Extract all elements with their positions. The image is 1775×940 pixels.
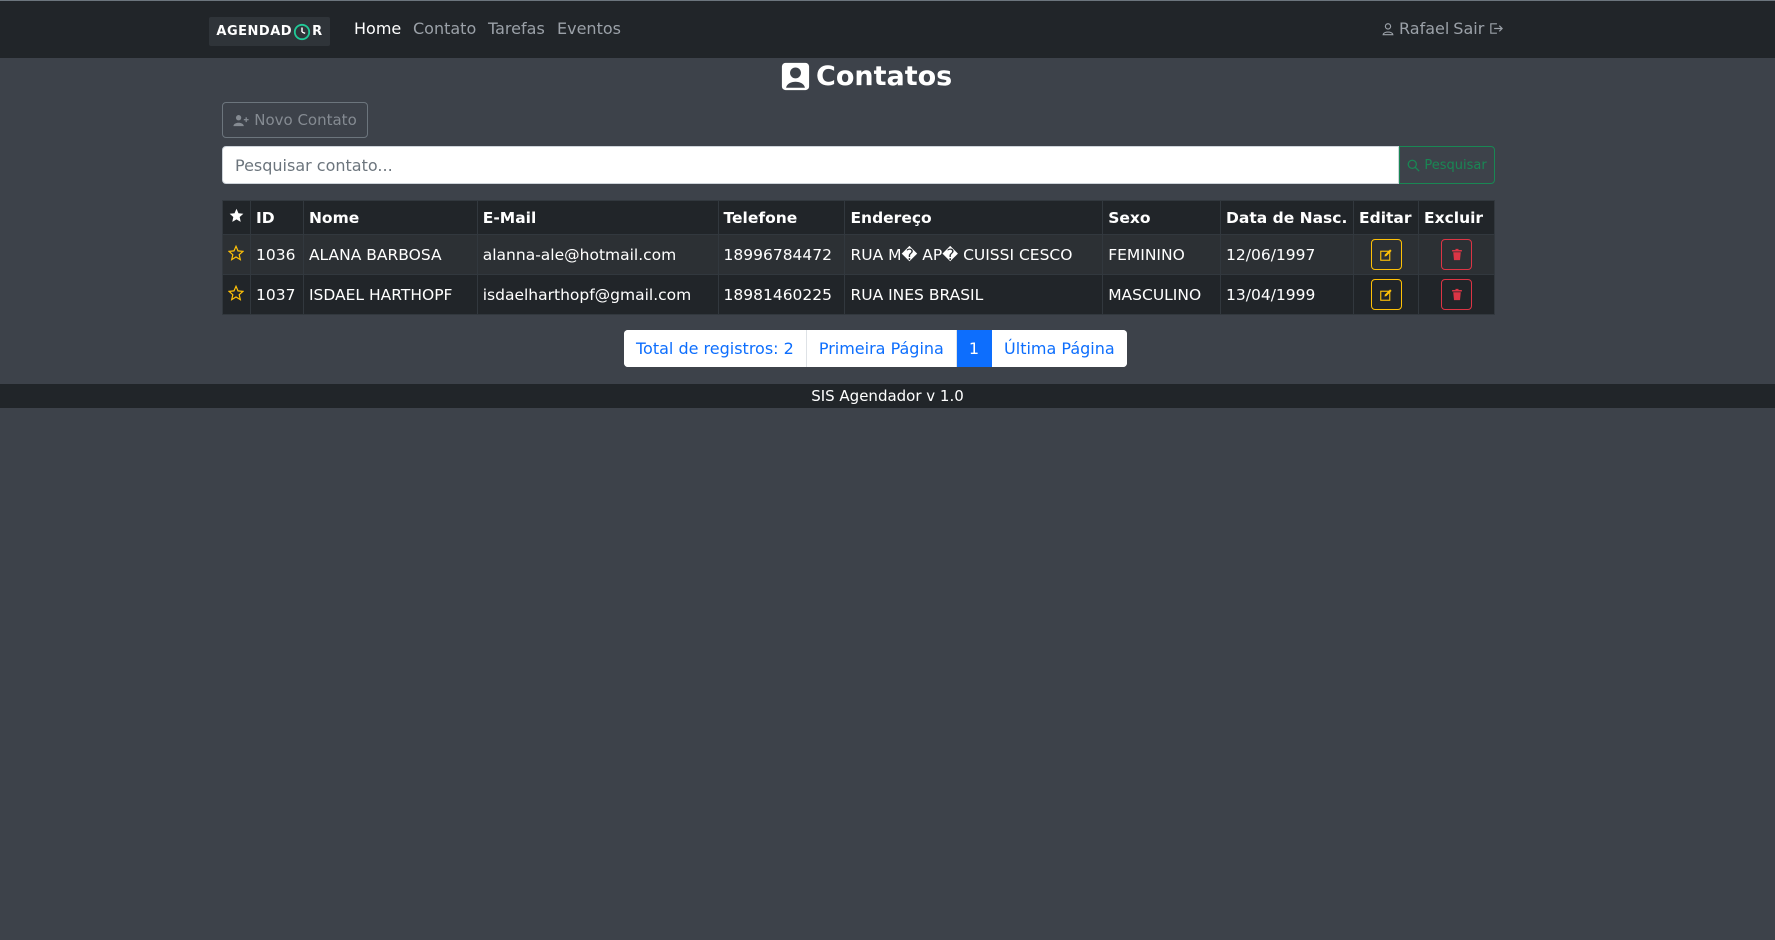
search-input[interactable] bbox=[222, 146, 1399, 184]
footer-text: SIS Agendador v 1.0 bbox=[811, 387, 964, 405]
favorite-toggle[interactable] bbox=[222, 234, 251, 275]
nav-link-contato[interactable]: Contato bbox=[413, 19, 476, 38]
contacts-table: ID Nome E-Mail Telefone Endereço Sexo Da… bbox=[222, 200, 1495, 315]
cell-endereco: RUA INES BRASIL bbox=[844, 274, 1104, 315]
cell-telefone: 18996784472 bbox=[717, 234, 846, 275]
cell-email: isdaelharthopf@gmail.com bbox=[476, 274, 719, 315]
edit-button[interactable] bbox=[1370, 279, 1402, 310]
star-outline-icon[interactable] bbox=[228, 244, 245, 261]
brand-logo[interactable]: AGENDAD R bbox=[209, 17, 330, 46]
cell-sexo: FEMININO bbox=[1102, 234, 1222, 275]
footer: SIS Agendador v 1.0 bbox=[0, 384, 1775, 408]
cell-id: 1036 bbox=[249, 234, 304, 275]
column-header-telefone[interactable]: Telefone bbox=[717, 200, 846, 235]
column-header-excluir: Excluir bbox=[1418, 200, 1495, 235]
new-contact-button[interactable]: Novo Contato bbox=[222, 102, 368, 138]
user-icon bbox=[1382, 22, 1394, 35]
edit-icon bbox=[1380, 288, 1392, 301]
favorite-column-header bbox=[222, 200, 251, 235]
favorite-toggle[interactable] bbox=[222, 274, 251, 315]
search-icon bbox=[1407, 159, 1420, 172]
cell-editar bbox=[1353, 274, 1419, 315]
cell-sexo: MASCULINO bbox=[1102, 274, 1222, 315]
cell-editar bbox=[1353, 234, 1419, 275]
search-button[interactable]: Pesquisar bbox=[1399, 146, 1495, 184]
table-row: 1036 ALANA BARBOSA alanna-ale@hotmail.co… bbox=[222, 234, 1495, 275]
nav-link-tarefas[interactable]: Tarefas bbox=[488, 19, 545, 38]
trash-icon bbox=[1451, 248, 1462, 261]
star-filled-icon bbox=[229, 208, 244, 222]
cell-endereco: RUA M� AP� CUISSI CESCO bbox=[844, 234, 1104, 275]
cell-excluir bbox=[1418, 234, 1495, 275]
column-header-nome[interactable]: Nome bbox=[302, 200, 478, 235]
logout-icon[interactable] bbox=[1488, 21, 1504, 36]
brand-text-left: AGENDAD bbox=[216, 24, 293, 39]
cell-nascimento: 13/04/1999 bbox=[1220, 274, 1355, 315]
search-button-label: Pesquisar bbox=[1424, 157, 1487, 173]
total-records-label: Total de registros: 2 bbox=[624, 330, 807, 367]
delete-button[interactable] bbox=[1441, 279, 1472, 310]
table-row: 1037 ISDAEL HARTHOPF isdaelharthopf@gmai… bbox=[222, 274, 1495, 315]
pagination: Total de registros: 2 Primeira Página 1 … bbox=[624, 330, 1127, 367]
trash-icon bbox=[1451, 288, 1462, 301]
logout-link[interactable]: Sair bbox=[1453, 19, 1484, 38]
cell-nome: ISDAEL HARTHOPF bbox=[302, 274, 478, 315]
page-title: Contatos bbox=[781, 58, 952, 94]
add-user-icon bbox=[233, 114, 249, 126]
new-contact-label: Novo Contato bbox=[254, 111, 357, 129]
clock-icon bbox=[293, 23, 311, 40]
cell-id: 1037 bbox=[249, 274, 304, 315]
column-header-editar: Editar bbox=[1353, 200, 1419, 235]
last-page-link[interactable]: Última Página bbox=[992, 330, 1127, 367]
page-link-current[interactable]: 1 bbox=[956, 330, 993, 367]
cell-nascimento: 12/06/1997 bbox=[1220, 234, 1355, 275]
star-outline-icon[interactable] bbox=[228, 284, 245, 301]
nav-link-eventos[interactable]: Eventos bbox=[557, 19, 621, 38]
nav-link-home[interactable]: Home bbox=[354, 19, 401, 38]
cell-telefone: 18981460225 bbox=[717, 274, 846, 315]
edit-button[interactable] bbox=[1370, 239, 1402, 270]
delete-button[interactable] bbox=[1441, 239, 1472, 270]
column-header-nascimento[interactable]: Data de Nasc. bbox=[1220, 200, 1355, 235]
cell-excluir bbox=[1418, 274, 1495, 315]
edit-icon bbox=[1380, 248, 1392, 261]
column-header-endereco[interactable]: Endereço bbox=[844, 200, 1104, 235]
column-header-email[interactable]: E-Mail bbox=[476, 200, 719, 235]
brand-text-right: R bbox=[312, 24, 323, 39]
top-navbar: AGENDAD R Home Contato Tarefas Eventos R… bbox=[0, 0, 1775, 58]
column-header-id[interactable]: ID bbox=[249, 200, 304, 235]
user-name[interactable]: Rafael bbox=[1399, 19, 1449, 38]
table-header-row: ID Nome E-Mail Telefone Endereço Sexo Da… bbox=[222, 200, 1495, 235]
cell-nome: ALANA BARBOSA bbox=[302, 234, 478, 275]
page-title-text: Contatos bbox=[816, 60, 953, 92]
contact-card-icon bbox=[781, 62, 810, 90]
first-page-link[interactable]: Primeira Página bbox=[806, 330, 957, 367]
column-header-sexo[interactable]: Sexo bbox=[1102, 200, 1222, 235]
cell-email: alanna-ale@hotmail.com bbox=[476, 234, 719, 275]
user-area: Rafael Sair bbox=[1381, 19, 1504, 38]
